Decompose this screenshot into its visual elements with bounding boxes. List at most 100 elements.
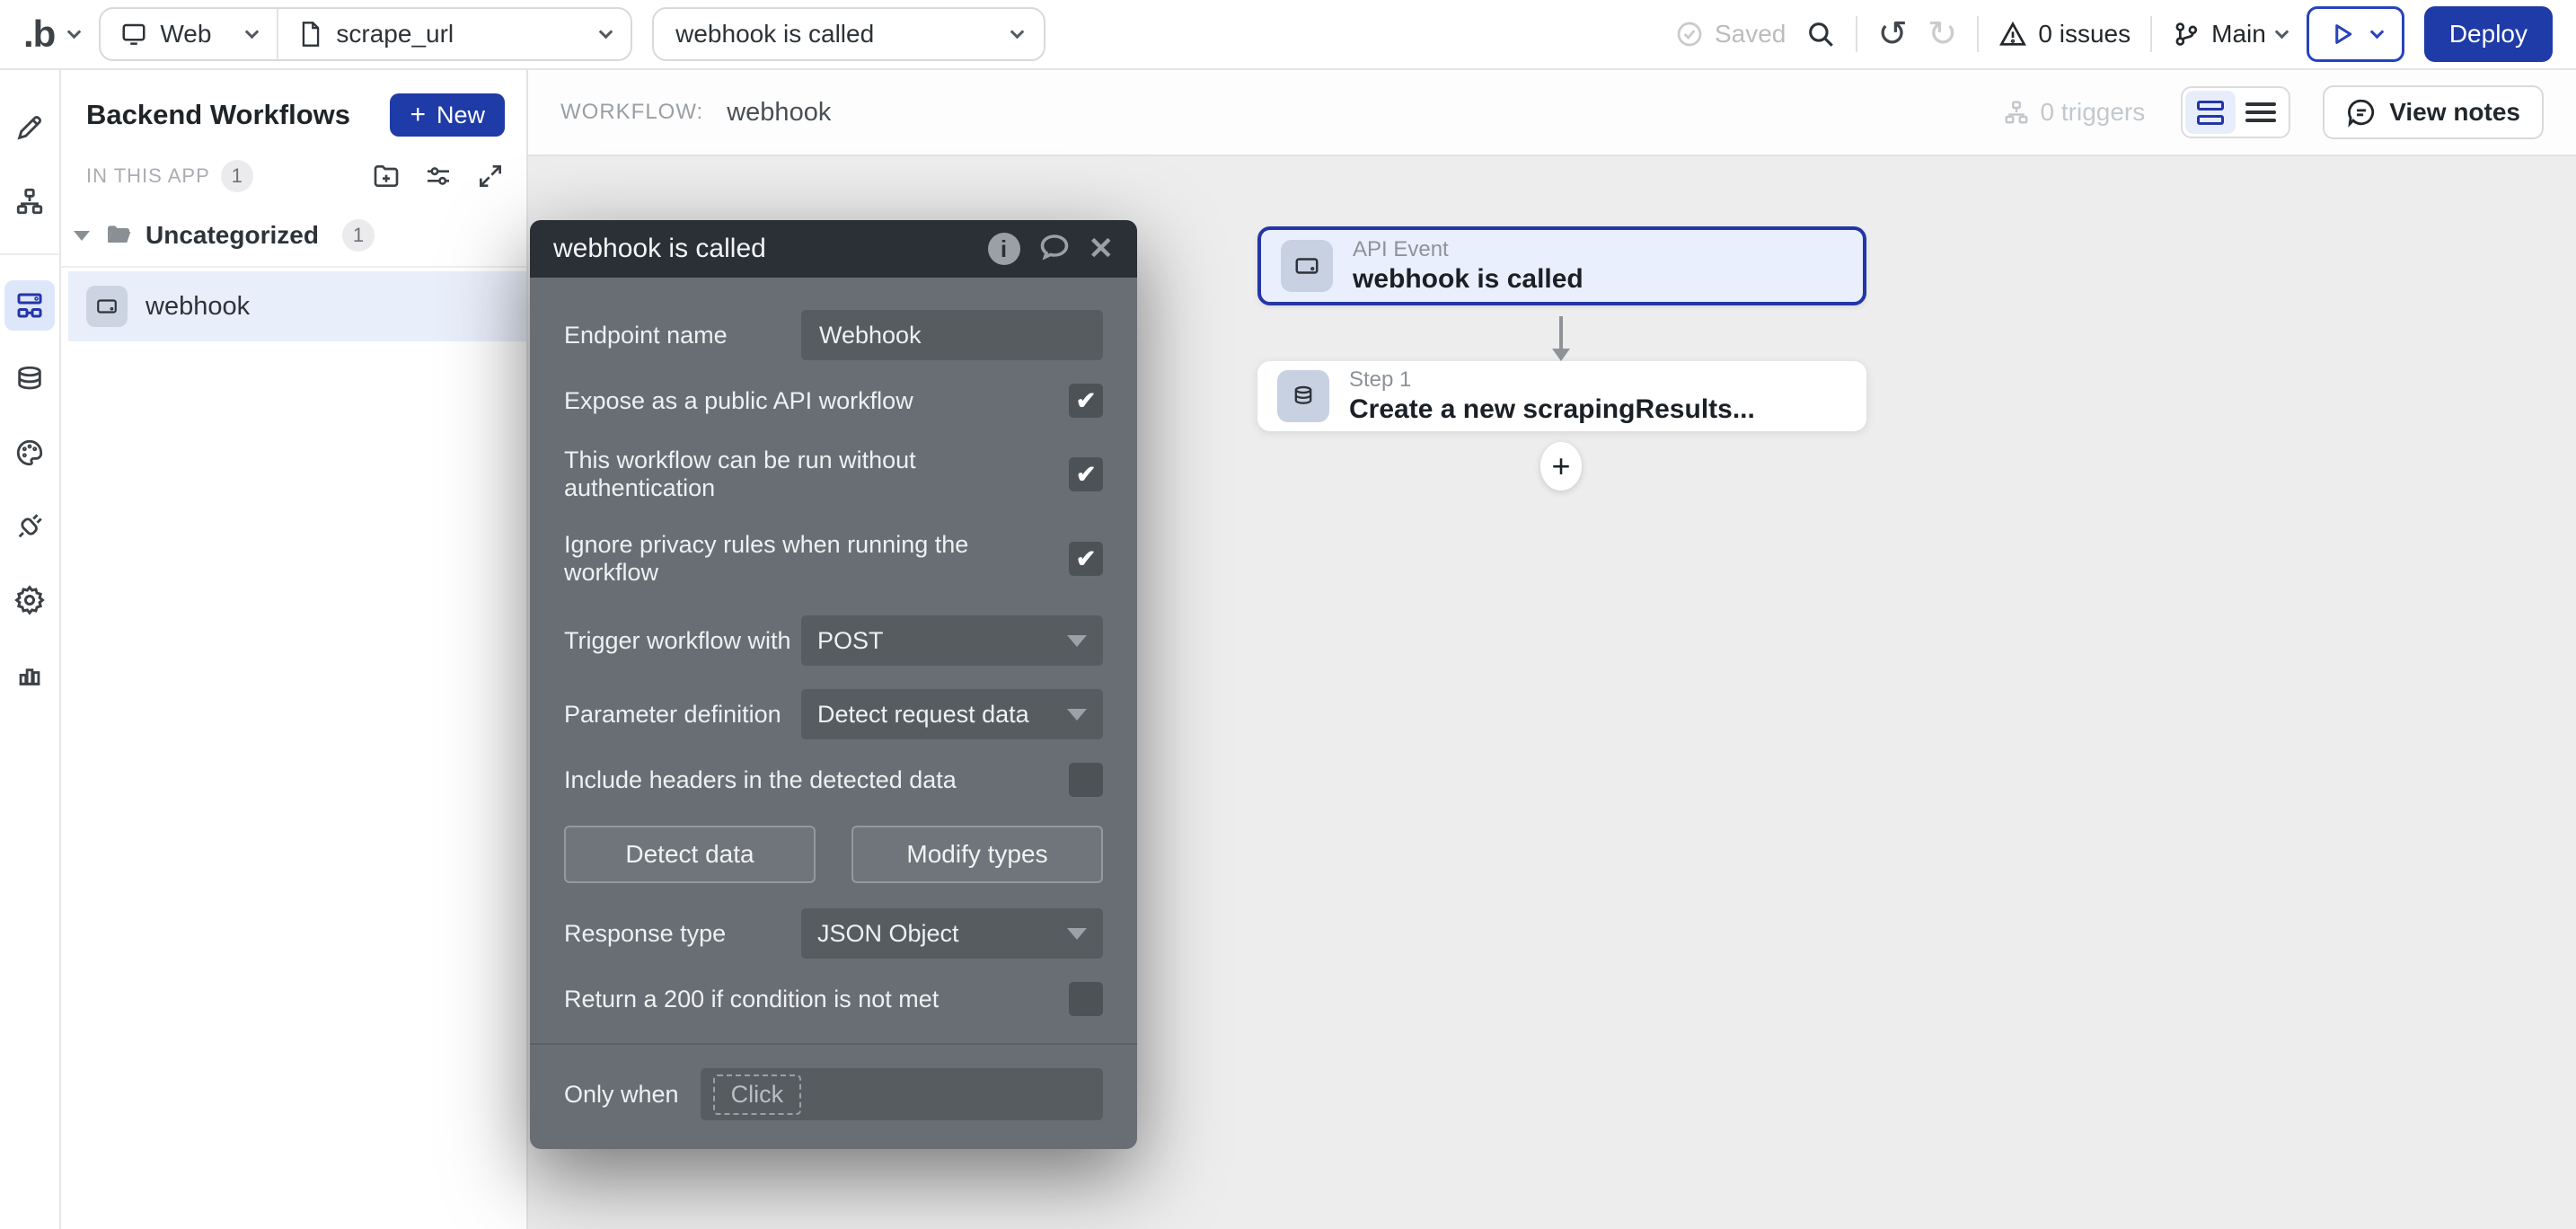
no-auth-label: This workflow can be run without authent… [564,447,1069,502]
divider [530,1043,1137,1045]
database-chip [1277,370,1329,422]
dropdown-arrow-icon [1067,709,1087,721]
dropdown-arrow-icon [1067,928,1087,940]
parameter-definition-value: Detect request data [817,701,1029,729]
triggers-icon [2003,99,2030,126]
top-bar: .b Web scrape_url webhook is called Save… [0,0,2576,70]
chevron-down-icon [2275,24,2289,39]
sitemap-icon [14,186,45,217]
redo-button[interactable]: ↻ [1928,16,1958,52]
monitor-icon [120,21,147,48]
api-event-icon [1293,252,1320,279]
add-step-button[interactable]: + [1540,442,1582,491]
ignore-privacy-label: Ignore privacy rules when running the wo… [564,531,1069,587]
page-label: scrape_url [336,20,454,49]
event-node[interactable]: API Event webhook is called [1257,226,1866,305]
page-dropdown[interactable]: scrape_url [278,9,631,59]
only-when-row: Only when Click [564,1068,1103,1120]
workflow-icon [13,289,46,322]
endpoint-name-input[interactable] [801,310,1103,360]
trigger-method-label: Trigger workflow with [564,627,791,655]
warning-icon [1998,20,2027,49]
no-auth-checkbox[interactable]: ✔ [1069,457,1103,491]
close-icon[interactable]: ✕ [1089,234,1115,264]
modify-types-button[interactable]: Modify types [851,826,1103,883]
backend-workflows-tab[interactable] [4,280,55,331]
folder-uncategorized[interactable]: Uncategorized 1 [61,205,526,268]
plugins-tab[interactable] [4,501,55,552]
bubble-logo[interactable]: .b [23,13,55,56]
save-status: Saved [1675,20,1786,49]
page-icon [298,21,323,48]
deploy-button[interactable]: Deploy [2424,6,2553,62]
undo-button[interactable]: ↺ [1877,16,1908,52]
info-icon[interactable]: i [988,233,1020,265]
response-type-label: Response type [564,920,726,948]
workflow-list-item[interactable]: webhook [68,271,526,341]
event-node-title: webhook is called [1353,264,1584,295]
workflow-label: WORKFLOW: [560,100,703,125]
styles-tab[interactable] [4,428,55,478]
issues-label: 0 issues [2038,20,2130,49]
step-node[interactable]: Step 1 Create a new scrapingResults... [1257,361,1866,431]
note-bubble-icon [2346,97,2377,128]
comment-icon[interactable] [1038,231,1071,268]
new-button-label: New [437,102,485,129]
caret-down-icon[interactable] [74,231,90,241]
chevron-down-icon [1010,24,1025,39]
only-when-condition-field[interactable]: Click [701,1068,1103,1120]
step-node-title: Create a new scrapingResults... [1349,394,1755,425]
preview-run-button[interactable] [2307,6,2404,62]
plug-icon [14,511,45,542]
event-node-type: API Event [1353,237,1584,262]
parameter-definition-label: Parameter definition [564,701,781,729]
branch-label: Main [2211,20,2266,49]
view-notes-button[interactable]: View notes [2323,85,2544,139]
bar-chart-icon [14,659,45,689]
parameter-definition-row: Parameter definition Detect request data [564,689,1103,739]
add-folder-icon[interactable] [372,162,401,190]
pages-tab[interactable] [4,176,55,226]
search-icon[interactable] [1805,19,1836,49]
include-headers-label: Include headers in the detected data [564,766,957,794]
platform-dropdown[interactable]: Web [101,9,277,59]
plus-icon: + [410,100,426,130]
expose-api-checkbox[interactable]: ✔ [1069,384,1103,418]
saved-label: Saved [1715,20,1786,49]
response-type-dropdown[interactable]: JSON Object [801,908,1103,959]
list-view-button[interactable] [2236,91,2286,134]
parameter-definition-dropdown[interactable]: Detect request data [801,689,1103,739]
detect-data-button[interactable]: Detect data [564,826,816,883]
chevron-down-icon[interactable] [67,24,82,39]
api-event-icon [95,295,119,318]
dialog-title-bar[interactable]: webhook is called i ✕ [530,220,1137,278]
logs-tab[interactable] [4,649,55,699]
new-workflow-button[interactable]: + New [390,93,505,137]
card-view-button[interactable] [2185,91,2236,134]
return-200-checkbox[interactable] [1069,982,1103,1016]
in-this-app-section: IN THIS APP 1 [61,144,526,205]
divider [1977,16,1979,52]
trigger-method-dropdown[interactable]: POST [801,615,1103,666]
filter-sliders-icon[interactable] [424,162,453,190]
data-tab[interactable] [4,354,55,404]
git-branch-icon [2172,20,2201,49]
issues-indicator[interactable]: 0 issues [1998,20,2130,49]
endpoint-name-row: Endpoint name [564,310,1103,360]
step-node-label: Step 1 [1349,367,1755,393]
folder-label: Uncategorized [146,221,319,250]
return-200-row: Return a 200 if condition is not met [564,982,1103,1016]
expand-icon[interactable] [476,162,505,190]
ignore-privacy-checkbox[interactable]: ✔ [1069,542,1103,576]
include-headers-checkbox[interactable] [1069,763,1103,797]
branch-selector[interactable]: Main [2172,20,2287,49]
no-auth-row: This workflow can be run without authent… [564,447,1103,502]
platform-label: Web [160,20,211,49]
detect-buttons-row: Detect data Modify types [564,826,1103,883]
settings-tab[interactable] [4,575,55,625]
dropdown-arrow-icon [1067,635,1087,647]
workflow-dropdown[interactable]: webhook is called [652,7,1045,61]
database-icon [14,364,45,394]
design-tab[interactable] [4,102,55,153]
dialog-title: webhook is called [553,234,766,264]
